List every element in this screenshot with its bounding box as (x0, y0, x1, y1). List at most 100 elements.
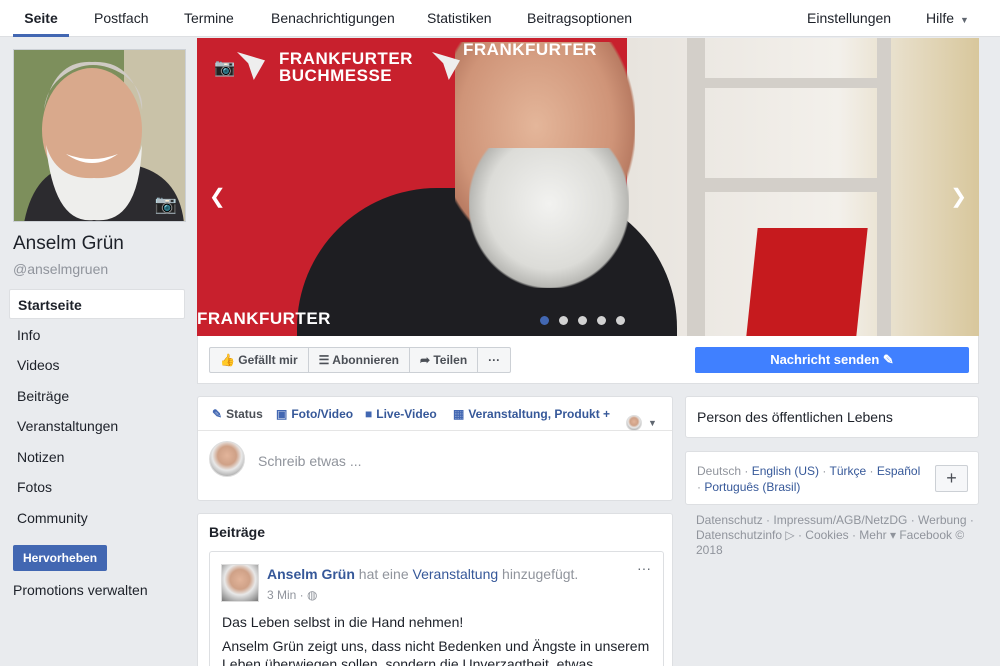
sidebar-item-community[interactable]: Community (9, 503, 185, 533)
page-top-navigation: Seite Postfach Termine Benachrichtigunge… (0, 0, 1000, 37)
logo-line-1: FRANKFURTER (279, 49, 413, 68)
more-button[interactable]: ··· (478, 348, 510, 372)
language-link-turkish[interactable]: Türkçe (830, 464, 867, 478)
post-card: Anselm Grün hat eine Veranstaltung hinzu… (209, 551, 664, 666)
tab-benachrichtigungen[interactable]: Benachrichtigungen (271, 0, 395, 37)
share-arrow-icon: ➦ (419, 353, 434, 367)
thumbs-up-icon: 👍 (220, 353, 239, 367)
footer-links[interactable]: Datenschutz · Impressum/AGB/NetzDG · Wer… (696, 513, 976, 558)
photo-video-label: Foto/Video (291, 407, 354, 421)
composer-tab-status[interactable]: ✎ Status (212, 397, 263, 431)
carousel-dots (540, 316, 625, 325)
event-product-label: Veranstaltung, Produkt + (468, 407, 611, 421)
post-action-text: hat eine (358, 566, 409, 582)
composer-input[interactable]: Schreib etwas ... (258, 453, 362, 469)
send-message-button[interactable]: Nachricht senden ✎ (695, 347, 969, 373)
logo-line-2: BUCHMESSE (279, 66, 393, 85)
subscribe-button[interactable]: ☰ Abonnieren (309, 348, 410, 372)
tab-seite[interactable]: Seite (13, 0, 69, 37)
post-event-link[interactable]: Veranstaltung (413, 566, 499, 582)
settings-link[interactable]: Einstellungen (807, 0, 891, 37)
photo-icon: ▣ (276, 407, 288, 421)
like-label: Gefällt mir (238, 353, 298, 367)
language-current: Deutsch (697, 464, 742, 478)
page-name[interactable]: Anselm Grün (13, 233, 124, 255)
carousel-dot[interactable] (597, 316, 606, 325)
sidebar-item-startseite[interactable]: Startseite (9, 289, 185, 319)
post-action-suffix: hinzugefügt. (502, 566, 579, 582)
promote-button[interactable]: Hervorheben (13, 545, 108, 571)
composer-body[interactable]: Schreib etwas ... (198, 431, 672, 501)
page-action-buttons: 👍 Gefällt mir ☰ Abonnieren ➦ Teilen ··· (209, 347, 512, 373)
language-selector: Deutsch · English (US) · Türkçe · Españo… (685, 451, 979, 505)
audience-selector[interactable]: ▼ (626, 405, 657, 431)
profile-picture[interactable]: 📷 (13, 49, 186, 222)
sidebar-menu: Startseite Info Videos Beiträge Veransta… (9, 289, 185, 533)
page-action-bar: 👍 Gefällt mir ☰ Abonnieren ➦ Teilen ··· … (197, 336, 979, 384)
rss-icon: ☰ (318, 353, 333, 367)
camera-icon[interactable]: 📷 (155, 194, 177, 215)
share-button[interactable]: ➦ Teilen (410, 348, 479, 372)
pencil-icon: ✎ (882, 352, 894, 367)
page-handle[interactable]: @anselmgruen (13, 261, 108, 277)
help-label: Hilfe (926, 10, 955, 26)
add-language-button[interactable]: + (935, 465, 968, 492)
sidebar-item-beitraege[interactable]: Beiträge (9, 381, 185, 411)
subscribe-label: Abonnieren (332, 353, 399, 367)
person-beard-illustration (469, 148, 629, 288)
sidebar-item-videos[interactable]: Videos (9, 350, 185, 380)
help-menu[interactable]: Hilfe ▼ (926, 0, 969, 37)
posts-section: Beiträge Anselm Grün hat eine Veranstalt… (197, 513, 673, 666)
avatar[interactable] (221, 564, 259, 602)
language-link-english[interactable]: English (US) (752, 464, 819, 478)
calendar-icon: ▦ (453, 407, 465, 421)
chevron-down-icon: ▼ (960, 15, 969, 25)
tab-beitragsoptionen[interactable]: Beitragsoptionen (527, 0, 632, 37)
avatar (626, 414, 642, 431)
buchmesse-logo-text-partial: FRANKFURTER (463, 40, 597, 59)
composer-tabs: ✎ Status ▣ Foto/Video ■ Live-Video ▦ Veranst… (198, 397, 672, 431)
language-link-spanish[interactable]: Español (877, 464, 920, 478)
carousel-dot[interactable] (616, 316, 625, 325)
post-author-link[interactable]: Anselm Grün (267, 566, 355, 582)
carousel-dot[interactable] (559, 316, 568, 325)
chevron-left-icon[interactable]: ❮ (209, 184, 226, 209)
composer-tab-event-product[interactable]: ▦ Veranstaltung, Produkt + (453, 397, 610, 431)
live-video-label: Live-Video (376, 407, 437, 421)
buchmesse-logo-text: FRANKFURTER BUCHMESSE (279, 50, 413, 84)
post-meta: 3 Min · ◍ (267, 588, 318, 602)
post-text-body: Anselm Grün zeigt uns, dass nicht Bedenk… (222, 638, 650, 666)
video-camera-icon: ■ (365, 407, 373, 421)
post-timestamp[interactable]: 3 Min (267, 588, 296, 602)
status-label: Status (226, 407, 263, 421)
sidebar-item-fotos[interactable]: Fotos (9, 472, 185, 502)
post-header: Anselm Grün hat eine Veranstaltung hinzu… (267, 566, 578, 582)
cover-photo-carousel[interactable]: FRANKFURTER BUCHMESSE FRANKFURTER FRANKF… (197, 38, 979, 336)
message-label: Nachricht senden (770, 352, 880, 367)
tab-statistiken[interactable]: Statistiken (427, 0, 492, 37)
posts-section-title: Beiträge (209, 524, 266, 540)
camera-icon[interactable]: 📷 (214, 58, 235, 78)
composer-tab-live-video[interactable]: ■ Live-Video (365, 397, 437, 431)
tab-postfach[interactable]: Postfach (94, 0, 148, 37)
language-list: Deutsch · English (US) · Türkçe · Españo… (697, 464, 921, 494)
language-link-portuguese[interactable]: Português (Brasil) (704, 480, 800, 494)
sidebar-item-veranstaltungen[interactable]: Veranstaltungen (9, 411, 185, 441)
avatar (209, 441, 245, 477)
composer-tab-photo-video[interactable]: ▣ Foto/Video (276, 397, 353, 431)
post-options-button[interactable]: ··· (637, 560, 651, 576)
carousel-dot[interactable] (578, 316, 587, 325)
manage-promotions-link[interactable]: Promotions verwalten (13, 582, 148, 598)
sidebar-item-notizen[interactable]: Notizen (9, 442, 185, 472)
pencil-icon: ✎ (212, 407, 223, 421)
share-label: Teilen (433, 353, 468, 367)
globe-icon[interactable]: ◍ (307, 588, 317, 602)
chevron-right-icon[interactable]: ❯ (950, 184, 967, 209)
post-text-headline: Das Leben selbst in die Hand nehmen! (222, 614, 464, 630)
tab-termine[interactable]: Termine (184, 0, 234, 37)
chevron-down-icon: ▼ (648, 418, 657, 428)
like-button[interactable]: 👍 Gefällt mir (210, 348, 309, 372)
post-composer: ✎ Status ▣ Foto/Video ■ Live-Video ▦ Veranst… (197, 396, 673, 501)
carousel-dot[interactable] (540, 316, 549, 325)
sidebar-item-info[interactable]: Info (9, 320, 185, 350)
